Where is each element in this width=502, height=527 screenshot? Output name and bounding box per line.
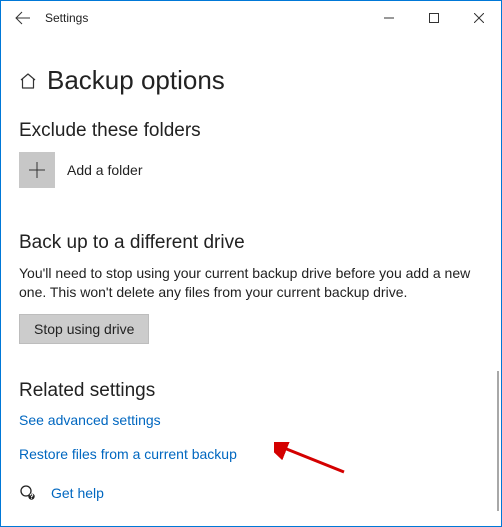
advanced-settings-link[interactable]: See advanced settings: [19, 412, 483, 428]
plus-icon: [28, 161, 46, 179]
help-icon: [19, 484, 37, 502]
backup-heading: Back up to a different drive: [19, 232, 483, 254]
restore-files-link[interactable]: Restore files from a current backup: [19, 446, 483, 462]
stop-using-drive-button[interactable]: Stop using drive: [19, 314, 149, 344]
home-icon: [19, 72, 37, 90]
maximize-icon: [429, 13, 439, 23]
minimize-icon: [384, 13, 394, 23]
close-icon: [474, 13, 484, 23]
back-arrow-icon: [15, 10, 31, 26]
add-folder-row[interactable]: Add a folder: [19, 152, 483, 188]
page-title: Backup options: [47, 65, 225, 96]
maximize-button[interactable]: [411, 1, 456, 35]
related-heading: Related settings: [19, 380, 483, 402]
exclude-heading: Exclude these folders: [19, 120, 483, 142]
add-folder-label: Add a folder: [67, 162, 143, 178]
window-controls: [366, 1, 501, 35]
settings-window: Settings Backup options Exclude these fo…: [0, 0, 502, 527]
titlebar: Settings: [1, 1, 501, 35]
window-title: Settings: [45, 11, 88, 25]
page-heading-row: Backup options: [19, 65, 483, 96]
add-folder-button[interactable]: [19, 152, 55, 188]
back-button[interactable]: [1, 1, 45, 35]
content-area: Backup options Exclude these folders Add…: [1, 35, 501, 526]
scrollbar[interactable]: [497, 371, 499, 511]
get-help-row[interactable]: Get help: [19, 484, 483, 502]
close-button[interactable]: [456, 1, 501, 35]
minimize-button[interactable]: [366, 1, 411, 35]
get-help-link[interactable]: Get help: [51, 485, 104, 501]
backup-description: You'll need to stop using your current b…: [19, 264, 483, 302]
